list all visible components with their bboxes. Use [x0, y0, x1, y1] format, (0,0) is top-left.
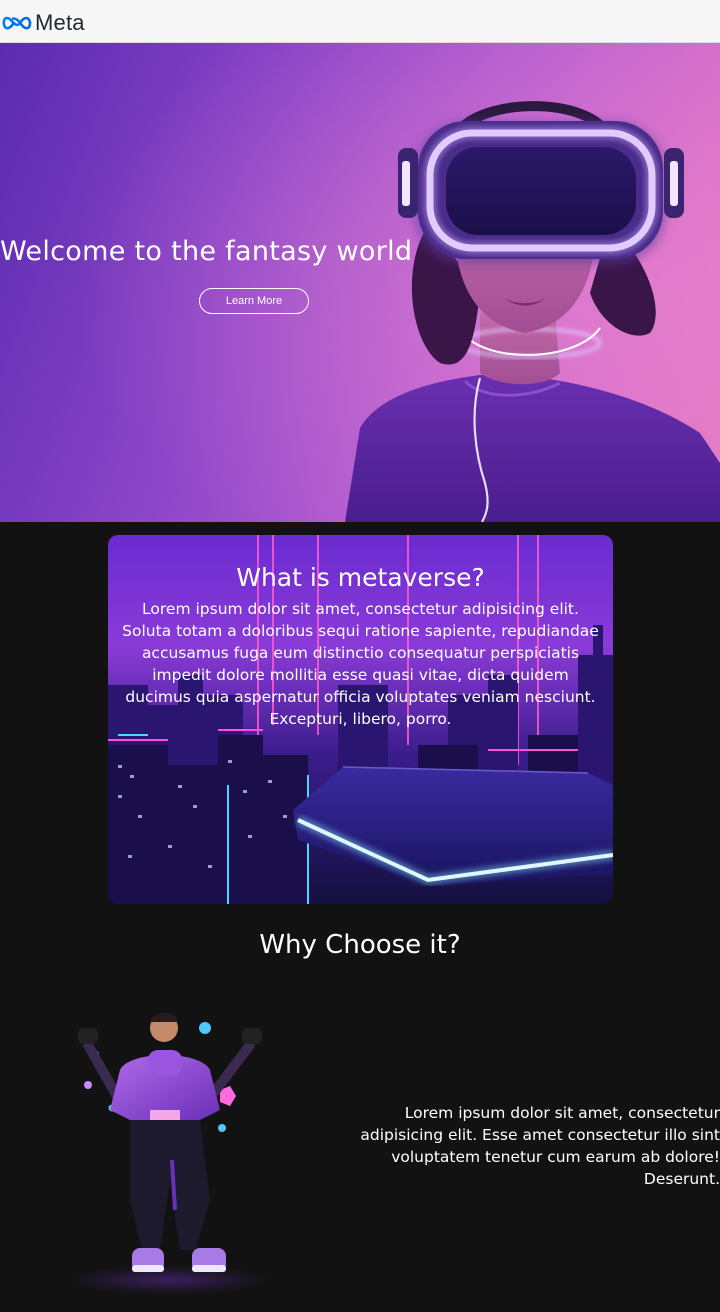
- metaverse-title: What is metaverse?: [236, 563, 485, 592]
- metaverse-description: Lorem ipsum dolor sit amet, consectetur …: [122, 600, 599, 728]
- hero-title: Welcome to the fantasy world: [0, 236, 413, 267]
- metaverse-card: What is metaverse? Lorem ipsum dolor sit…: [108, 535, 613, 904]
- why-choose-description: Lorem ipsum dolor sit amet, consectetur …: [360, 1104, 720, 1188]
- why-choose-title: Why Choose it?: [259, 930, 461, 960]
- meta-logo[interactable]: Meta: [2, 10, 85, 36]
- hero-section: Welcome to the fantasy world Learn More: [0, 43, 720, 522]
- learn-more-button[interactable]: Learn More: [199, 288, 309, 314]
- 3d-character-illustration: [70, 1013, 270, 1294]
- vr-headset-woman-illustration: [0, 43, 720, 522]
- logo-text: Meta: [35, 10, 85, 35]
- meta-infinity-icon: [2, 16, 32, 30]
- top-navbar: Meta: [0, 0, 720, 43]
